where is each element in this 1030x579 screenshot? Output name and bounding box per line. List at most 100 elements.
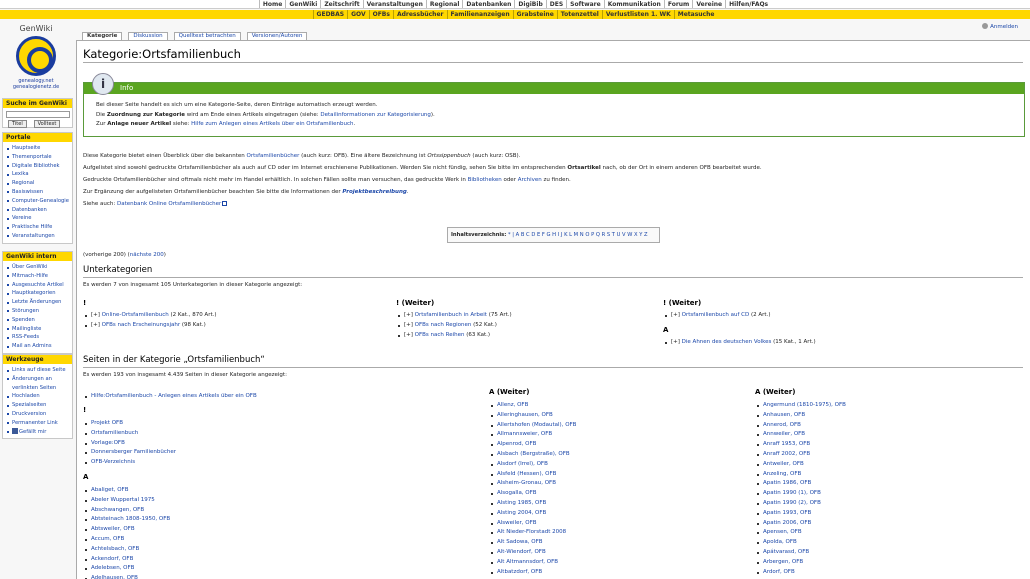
sidebar-item-label[interactable]: Veranstaltungen — [12, 233, 55, 239]
subcategory-link[interactable]: Die Ahnen des deutschen Volkes — [682, 339, 772, 345]
sidebar-item[interactable]: Änderungen an verlinkten Seiten — [6, 375, 69, 393]
sidebar-item-label[interactable]: Ausgesuchte Artikel — [12, 282, 64, 288]
project-description-link[interactable]: Projektbeschreibung — [342, 189, 406, 195]
sidebar-item[interactable]: Hochladen — [6, 392, 69, 401]
page-link[interactable]: Anraff 2002, OFB — [763, 451, 810, 457]
sidebar-item[interactable]: Mailingliste — [6, 325, 69, 334]
page-link[interactable]: Allmannsweier, OFB — [497, 431, 552, 437]
sidebar-item-label[interactable]: Spezialseiten — [12, 402, 46, 408]
sidebar-item[interactable]: Druckversion — [6, 410, 69, 419]
top-nav2-item[interactable]: Metasuche — [673, 10, 718, 19]
top-nav2-item[interactable]: OFBs — [368, 10, 393, 19]
page-link[interactable]: Alsogalla, OFB — [497, 490, 537, 496]
top-nav-item[interactable]: Home — [258, 0, 285, 8]
sidebar-item-label[interactable]: Lexika — [12, 171, 29, 177]
page-link[interactable]: Abschwangen, OFB — [91, 507, 144, 513]
top-nav-item[interactable]: Vereine — [692, 0, 725, 8]
top-nav-item[interactable]: Software — [566, 0, 604, 8]
sidebar-item-label[interactable]: Druckversion — [12, 411, 46, 417]
page-link[interactable]: Alsweiler, OFB — [497, 520, 537, 526]
sidebar-item-label[interactable]: Praktische Hilfe — [12, 224, 52, 230]
page-link[interactable]: Alsdorf (Irrel), OFB — [497, 461, 548, 467]
sidebar-item[interactable]: Ausgesuchte Artikel — [6, 281, 69, 290]
page-link[interactable]: Alsting 2004, OFB — [497, 510, 546, 516]
sidebar-item-label[interactable]: Digitale Bibliothek — [12, 163, 60, 169]
sidebar-item[interactable]: Störungen — [6, 307, 69, 316]
sidebar-item-label[interactable]: Letzte Änderungen — [12, 299, 61, 305]
top-nav2-item[interactable]: GEDBAS — [312, 10, 348, 19]
top-nav2-item[interactable]: Familienanzeigen — [446, 10, 513, 19]
subcategory-link[interactable]: OFBs nach Regionen — [415, 322, 472, 328]
sidebar-item[interactable]: Datenbanken — [6, 206, 69, 215]
sidebar-item-label[interactable]: Über GenWiki — [12, 264, 47, 270]
page-link[interactable]: Allenz, OFB — [497, 402, 528, 408]
search-title-button[interactable]: Titel — [8, 120, 27, 128]
page-link[interactable]: Apátvarasd, OFB — [763, 549, 809, 555]
libraries-link[interactable]: Bibliotheken — [468, 177, 502, 183]
expand-toggle[interactable]: [+] — [404, 332, 415, 338]
sidebar-item[interactable]: Spezialseiten — [6, 401, 69, 410]
search-fulltext-button[interactable]: Volltext — [33, 120, 61, 128]
top-nav-item[interactable]: Regional — [425, 0, 463, 8]
online-ofb-database-link[interactable]: Datenbank Online Ortsfamilienbücher — [117, 201, 221, 207]
subcategory-link[interactable]: OFBs nach Erscheinungsjahr — [102, 322, 180, 328]
subcategory-link[interactable]: Ortsfamilienbuch in Arbeit — [415, 312, 487, 318]
page-link[interactable]: Alleringhausen, OFB — [497, 412, 553, 418]
page-link[interactable]: Alpenrod, OFB — [497, 441, 536, 447]
subcategory-link[interactable]: Online-Ortsfamilienbuch — [102, 312, 169, 318]
sidebar-item-label[interactable]: Computer-Genealogie — [12, 198, 69, 204]
sidebar-item[interactable]: Hauptseite — [6, 144, 69, 153]
page-link[interactable]: Ardorf, OFB — [763, 569, 795, 575]
sidebar-item-label[interactable]: Regional — [12, 180, 34, 186]
sidebar-item-label[interactable]: Gefällt mir — [19, 429, 46, 435]
page-link[interactable]: Adelhausen, OFB — [91, 575, 138, 579]
top-nav2-item[interactable]: GOV — [347, 10, 369, 19]
sidebar-item[interactable]: Spenden — [6, 316, 69, 325]
page-link[interactable]: Abaliget, OFB — [91, 487, 128, 493]
next-page-link[interactable]: nächste 200 — [130, 252, 164, 258]
archives-link[interactable]: Archiven — [518, 177, 542, 183]
page-link[interactable]: Alsheim-Gronau, OFB — [497, 480, 556, 486]
sidebar-item[interactable]: Mail an Admins — [6, 342, 69, 351]
sidebar-item[interactable]: Regional — [6, 179, 69, 188]
sidebar-item[interactable]: Über GenWiki — [6, 263, 69, 272]
login-link[interactable]: Anmelden — [982, 23, 1018, 30]
sidebar-item-label[interactable]: Basiswissen — [12, 189, 43, 195]
sidebar-item[interactable]: RSS-Feeds — [6, 333, 69, 342]
sidebar-item-label[interactable]: Mitmach-Hilfe — [12, 273, 48, 279]
sidebar-item[interactable]: Hauptkategorien — [6, 289, 69, 298]
page-link[interactable]: Antweiler, OFB — [763, 461, 804, 467]
sidebar-item[interactable]: Vereine — [6, 214, 69, 223]
top-nav-item[interactable]: Kommunikation — [603, 0, 664, 8]
subcategory-link[interactable]: OFBs nach Reihen — [415, 332, 465, 338]
sidebar-item-label[interactable]: Mailingliste — [12, 326, 41, 332]
expand-toggle[interactable]: [+] — [671, 339, 682, 345]
expand-toggle[interactable]: [+] — [404, 312, 415, 318]
page-link[interactable]: Alt-Wiendorf, OFB — [497, 549, 546, 555]
top-nav-item[interactable]: Veranstaltungen — [362, 0, 426, 8]
sidebar-item[interactable]: Mitmach-Hilfe — [6, 272, 69, 281]
sidebar-item-label[interactable]: Änderungen an verlinkten Seiten — [12, 376, 56, 391]
top-nav2-item[interactable]: Adressbücher — [392, 10, 447, 19]
sidebar-item-label[interactable]: Hauptseite — [12, 145, 40, 151]
top-nav-item[interactable]: DigiBib — [514, 0, 545, 8]
site-logo[interactable]: GenWiki genealogy.net genealogienetz.de — [6, 24, 66, 94]
sidebar-item-label[interactable]: Hauptkategorien — [12, 290, 56, 296]
page-link[interactable]: Apatin 1986, OFB — [763, 480, 811, 486]
page-link[interactable]: Arbergen, OFB — [763, 559, 803, 565]
page-link[interactable]: Anzeling, OFB — [763, 471, 801, 477]
page-link[interactable]: Apensen, OFB — [763, 529, 802, 535]
page-link[interactable]: Ortsfamilienbuch — [91, 430, 138, 436]
sidebar-item-label[interactable]: Links auf diese Seite — [12, 367, 66, 373]
page-link[interactable]: Annweiler, OFB — [763, 431, 805, 437]
sidebar-item-label[interactable]: Datenbanken — [12, 207, 47, 213]
page-link[interactable]: Adelebsen, OFB — [91, 565, 134, 571]
sidebar-item[interactable]: Gefällt mir — [6, 427, 69, 437]
top-nav2-item[interactable]: Verlustlisten 1. WK — [601, 10, 674, 19]
expand-toggle[interactable]: [+] — [404, 322, 415, 328]
page-link[interactable]: Apatin 1990 (1), OFB — [763, 490, 821, 496]
page-link[interactable]: Alsfeld (Hessen), OFB — [497, 471, 556, 477]
expand-toggle[interactable]: [+] — [91, 312, 102, 318]
page-link[interactable]: Ackendorf, OFB — [91, 556, 133, 562]
top-nav-item[interactable]: Datenbanken — [462, 0, 514, 8]
